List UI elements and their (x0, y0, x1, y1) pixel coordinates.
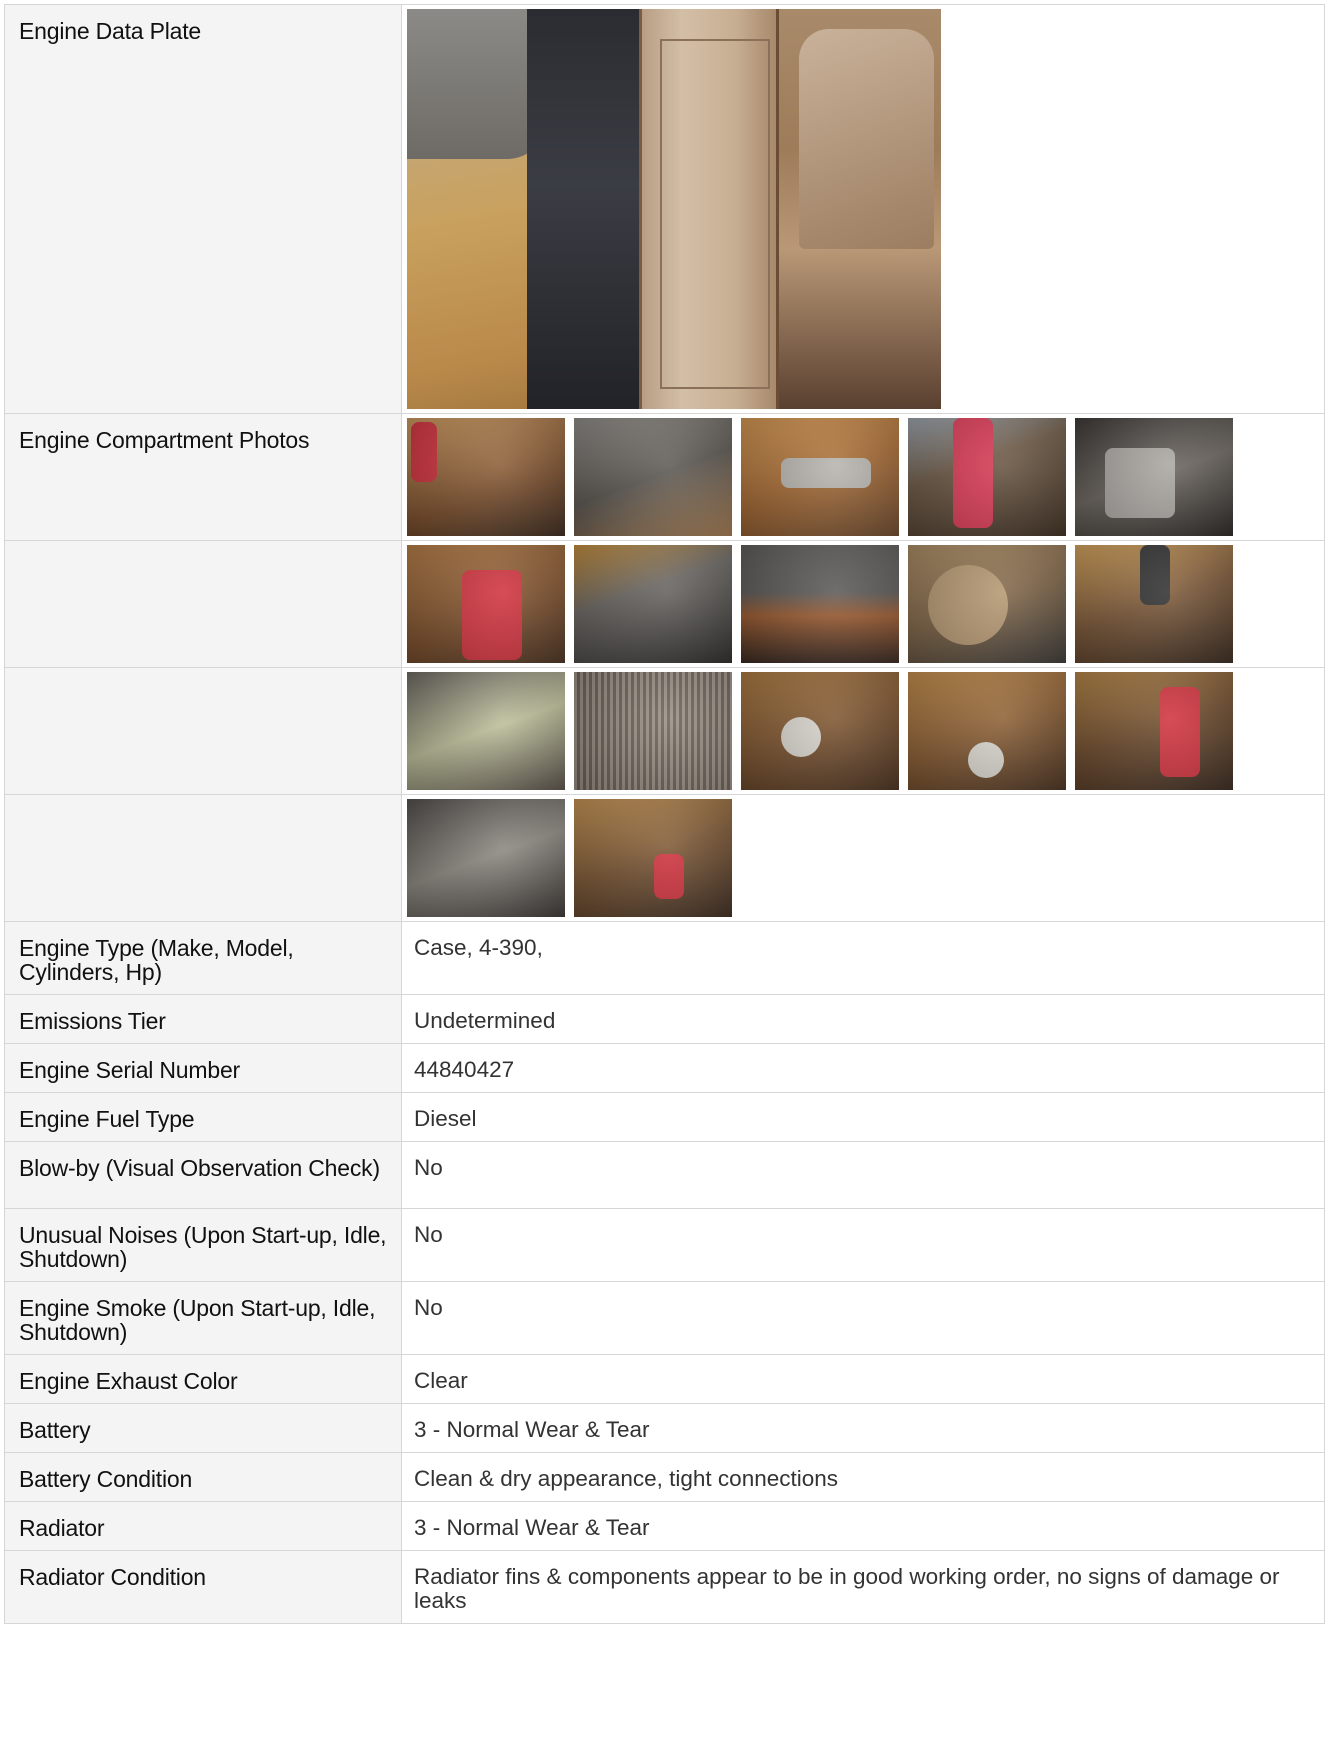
value-engine-type: Case, 4-390, (401, 921, 1325, 995)
compartment-photo-7[interactable] (574, 545, 732, 663)
label-engine-compartment-photos: Engine Compartment Photos (4, 413, 402, 541)
label-unusual-noises: Unusual Noises (Upon Start-up, Idle, Shu… (4, 1208, 402, 1282)
row-compartment-photos-2 (4, 540, 1325, 668)
row-compartment-photos-3 (4, 667, 1325, 795)
label-emissions-tier: Emissions Tier (4, 994, 402, 1044)
engine-inspection-table: Engine Data Plate Engine Compartment Pho… (4, 4, 1325, 1624)
value-unusual-noises: No (401, 1208, 1325, 1282)
row-engine-serial: Engine Serial Number 44840427 (4, 1043, 1325, 1093)
label-radiator-condition: Radiator Condition (4, 1550, 402, 1624)
row-engine-data-plate: Engine Data Plate (4, 4, 1325, 414)
value-battery-condition: Clean & dry appearance, tight connection… (401, 1452, 1325, 1502)
row-battery: Battery 3 - Normal Wear & Tear (4, 1403, 1325, 1453)
engine-data-plate-photo[interactable] (407, 9, 941, 409)
value-engine-smoke: No (401, 1281, 1325, 1355)
label-battery: Battery (4, 1403, 402, 1453)
row-engine-compartment-photos: Engine Compartment Photos (4, 413, 1325, 541)
value-engine-fuel: Diesel (401, 1092, 1325, 1142)
value-emissions-tier: Undetermined (401, 994, 1325, 1044)
label-engine-data-plate: Engine Data Plate (4, 4, 402, 414)
row-blowby: Blow-by (Visual Observation Check) No (4, 1141, 1325, 1209)
compartment-photo-13[interactable] (741, 672, 899, 790)
value-battery: 3 - Normal Wear & Tear (401, 1403, 1325, 1453)
label-battery-condition: Battery Condition (4, 1452, 402, 1502)
compartment-photo-4[interactable] (908, 418, 1066, 536)
compartment-photo-5[interactable] (1075, 418, 1233, 536)
value-exhaust-color: Clear (401, 1354, 1325, 1404)
label-blowby: Blow-by (Visual Observation Check) (4, 1141, 402, 1209)
compartment-photo-16[interactable] (407, 799, 565, 917)
label-engine-fuel: Engine Fuel Type (4, 1092, 402, 1142)
compartment-photo-1[interactable] (407, 418, 565, 536)
thumbnail-row-4 (402, 795, 1324, 920)
compartment-photo-10[interactable] (1075, 545, 1233, 663)
compartment-photo-11[interactable] (407, 672, 565, 790)
compartment-photo-14[interactable] (908, 672, 1066, 790)
row-emissions-tier: Emissions Tier Undetermined (4, 994, 1325, 1044)
row-compartment-photos-4 (4, 794, 1325, 922)
row-engine-smoke: Engine Smoke (Upon Start-up, Idle, Shutd… (4, 1281, 1325, 1355)
row-engine-type: Engine Type (Make, Model, Cylinders, Hp)… (4, 921, 1325, 995)
compartment-photo-6[interactable] (407, 545, 565, 663)
label-exhaust-color: Engine Exhaust Color (4, 1354, 402, 1404)
label-engine-serial: Engine Serial Number (4, 1043, 402, 1093)
compartment-photo-2[interactable] (574, 418, 732, 536)
value-engine-serial: 44840427 (401, 1043, 1325, 1093)
value-radiator: 3 - Normal Wear & Tear (401, 1501, 1325, 1551)
row-exhaust-color: Engine Exhaust Color Clear (4, 1354, 1325, 1404)
row-unusual-noises: Unusual Noises (Upon Start-up, Idle, Shu… (4, 1208, 1325, 1282)
label-radiator: Radiator (4, 1501, 402, 1551)
compartment-photo-8[interactable] (741, 545, 899, 663)
row-radiator: Radiator 3 - Normal Wear & Tear (4, 1501, 1325, 1551)
compartment-photo-3[interactable] (741, 418, 899, 536)
row-engine-fuel: Engine Fuel Type Diesel (4, 1092, 1325, 1142)
thumbnail-row-3 (402, 668, 1324, 793)
compartment-photo-15[interactable] (1075, 672, 1233, 790)
thumbnail-row-2 (402, 541, 1324, 666)
label-engine-smoke: Engine Smoke (Upon Start-up, Idle, Shutd… (4, 1281, 402, 1355)
label-engine-type: Engine Type (Make, Model, Cylinders, Hp) (4, 921, 402, 995)
value-blowby: No (401, 1141, 1325, 1209)
compartment-photo-12[interactable] (574, 672, 732, 790)
thumbnail-row-1 (402, 414, 1324, 539)
row-radiator-condition: Radiator Condition Radiator fins & compo… (4, 1550, 1325, 1624)
compartment-photo-9[interactable] (908, 545, 1066, 663)
value-radiator-condition: Radiator fins & components appear to be … (401, 1550, 1325, 1624)
row-battery-condition: Battery Condition Clean & dry appearance… (4, 1452, 1325, 1502)
compartment-photo-17[interactable] (574, 799, 732, 917)
